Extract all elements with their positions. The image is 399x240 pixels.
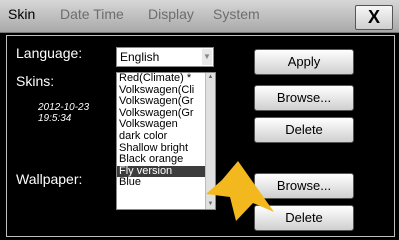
pointer-arrow-icon (206, 161, 274, 221)
settings-window: Skin Date Time Display System X Language… (0, 0, 399, 240)
